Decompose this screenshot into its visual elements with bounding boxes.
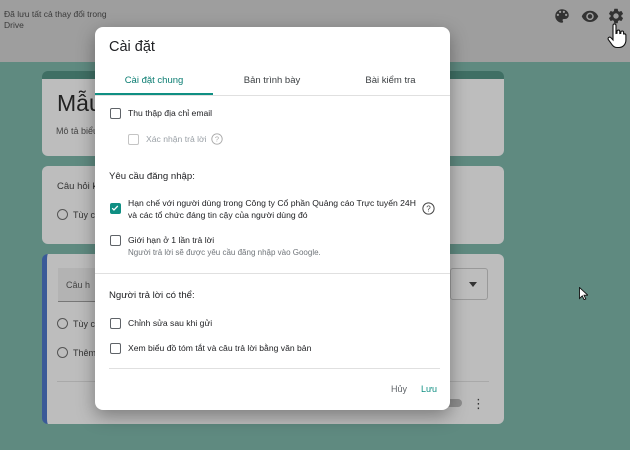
question-title-input: Câu h	[58, 268, 95, 302]
caret-down-icon	[469, 282, 477, 287]
dialog-title: Cài đặt	[109, 39, 155, 55]
edit-after-submit-checkbox[interactable]	[110, 318, 121, 329]
form-description: Mô tả biểu	[56, 126, 96, 136]
cancel-button[interactable]: Hủy	[388, 382, 410, 396]
tab-presentation[interactable]: Bản trình bày	[213, 65, 331, 95]
limit-one-response-sublabel: Người trả lời sẽ được yêu cầu đăng nhập …	[128, 248, 321, 257]
restrict-users-label-line1: Hạn chế với người dùng trong Công ty Cổ …	[128, 198, 416, 208]
tab-quizzes[interactable]: Bài kiểm tra	[331, 65, 450, 95]
settings-dialog: Cài đặt Cài đặt chung Bản trình bày Bài …	[95, 27, 450, 410]
response-receipts-label: Xác nhận trả lời	[146, 134, 207, 144]
pointer-cursor-icon	[579, 286, 589, 305]
collect-email-label: Thu thập địa chỉ email	[128, 108, 213, 118]
radio-icon	[57, 209, 68, 220]
requires-signin-heading: Yêu cầu đăng nhập:	[109, 171, 195, 182]
see-summary-checkbox[interactable]	[110, 343, 121, 354]
eye-icon[interactable]	[581, 7, 599, 25]
question-title: Câu hỏi k	[57, 181, 95, 192]
more-vert-icon: ⋮	[472, 396, 485, 411]
svg-text:?: ?	[426, 204, 431, 213]
limit-one-response-label: Giới hạn ở 1 lần trả lời	[128, 235, 215, 245]
add-option-label: Thêm	[73, 348, 97, 358]
svg-text:?: ?	[215, 135, 219, 144]
respondents-can-heading: Người trả lời có thể:	[109, 290, 195, 301]
collect-email-checkbox[interactable]	[110, 108, 121, 119]
edit-after-submit-label: Chỉnh sửa sau khi gửi	[128, 318, 213, 328]
help-icon[interactable]: ?	[211, 133, 223, 145]
tab-general[interactable]: Cài đặt chung	[95, 65, 213, 95]
form-title: Mẫu	[57, 90, 95, 116]
response-receipts-checkbox[interactable]	[128, 134, 139, 145]
question-type-select	[450, 268, 488, 300]
divider	[95, 273, 450, 274]
divider	[95, 95, 450, 96]
radio-icon	[57, 347, 68, 358]
hand-cursor-icon	[606, 23, 628, 49]
settings-tabs: Cài đặt chung Bản trình bày Bài kiểm tra	[95, 65, 450, 96]
question-title-placeholder: Câu h	[66, 280, 91, 290]
save-button[interactable]: Lưu	[418, 382, 440, 396]
checkmark-icon	[111, 205, 119, 211]
palette-icon[interactable]	[553, 7, 571, 25]
option-label: Tùy c	[73, 319, 96, 329]
limit-one-response-checkbox[interactable]	[110, 235, 121, 246]
help-icon[interactable]: ?	[422, 202, 435, 215]
restrict-users-checkbox[interactable]	[110, 203, 121, 214]
option-label: Tùy c	[73, 210, 96, 220]
radio-icon	[57, 318, 68, 329]
restrict-users-label-line2: và các tổ chức đáng tin cậy của người dù…	[128, 210, 308, 220]
divider	[109, 368, 440, 369]
see-summary-label: Xem biểu đồ tóm tắt và câu trả lời bằng …	[128, 343, 312, 353]
